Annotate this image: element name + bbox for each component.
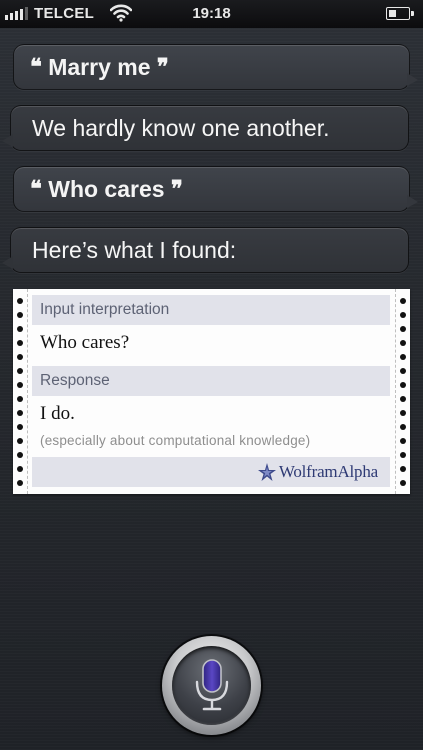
perforation-line: [395, 289, 396, 494]
wolfram-result-card[interactable]: Input interpretation Who cares? Response…: [13, 289, 410, 494]
feed-hole: [400, 368, 406, 374]
battery-icon: [386, 7, 414, 20]
feed-hole: [17, 410, 23, 416]
siri-mic-button[interactable]: [162, 636, 261, 735]
feed-hole: [400, 424, 406, 430]
status-clock: 19:18: [192, 5, 231, 22]
wolframalpha-star-icon: [257, 463, 276, 481]
feed-hole: [17, 438, 23, 444]
close-quote-glyph: ❞: [156, 54, 169, 80]
open-quote-glyph: ❝: [30, 176, 42, 202]
feed-hole: [17, 298, 23, 304]
tractor-feed-holes-right: [399, 295, 407, 487]
response-note: (especially about computational knowledg…: [40, 433, 311, 448]
response-value: I do.: [40, 403, 75, 424]
feed-hole: [400, 312, 406, 318]
feed-hole: [17, 396, 23, 402]
wolframalpha-logo[interactable]: WolframAlpha: [257, 461, 378, 483]
feed-hole: [17, 382, 23, 388]
input-interpretation-value: Who cares?: [40, 332, 130, 353]
feed-hole: [400, 354, 406, 360]
user-message-text: Who cares: [48, 176, 165, 202]
response-header: Response: [32, 366, 390, 396]
feed-hole: [400, 326, 406, 332]
feed-hole: [17, 368, 23, 374]
close-quote-glyph: ❞: [170, 176, 183, 202]
feed-hole: [17, 354, 23, 360]
mic-button-inner: [172, 646, 251, 725]
siri-response-bubble: Here’s what I found:: [2, 227, 409, 273]
feed-hole: [400, 466, 406, 472]
feed-hole: [400, 382, 406, 388]
siri-response-text: We hardly know one another.: [32, 115, 330, 141]
perforation-line: [27, 289, 28, 494]
user-message-bubble[interactable]: ❝ Marry me ❞: [13, 44, 418, 90]
brand-bar: WolframAlpha: [32, 457, 390, 487]
feed-hole: [400, 396, 406, 402]
feed-hole: [17, 424, 23, 430]
open-quote-glyph: ❝: [30, 54, 42, 80]
feed-hole: [17, 340, 23, 346]
feed-hole: [400, 438, 406, 444]
user-message-text: Marry me: [48, 54, 151, 80]
wolframalpha-wordmark: WolframAlpha: [278, 462, 378, 481]
siri-response-bubble: We hardly know one another.: [2, 105, 409, 151]
siri-response-text: Here’s what I found:: [32, 237, 237, 263]
feed-hole: [17, 466, 23, 472]
feed-hole: [17, 312, 23, 318]
user-message-bubble[interactable]: ❝ Who cares ❞: [13, 166, 418, 212]
feed-hole: [17, 452, 23, 458]
feed-hole: [400, 410, 406, 416]
feed-hole: [400, 452, 406, 458]
feed-hole: [17, 326, 23, 332]
tractor-feed-holes-left: [16, 295, 24, 487]
input-interpretation-header: Input interpretation: [32, 295, 390, 325]
microphone-icon: [195, 659, 229, 711]
feed-hole: [400, 480, 406, 486]
status-bar: TELCEL 19:18: [0, 0, 423, 28]
feed-hole: [400, 340, 406, 346]
feed-hole: [17, 480, 23, 486]
battery-level: [389, 10, 396, 17]
feed-hole: [400, 298, 406, 304]
